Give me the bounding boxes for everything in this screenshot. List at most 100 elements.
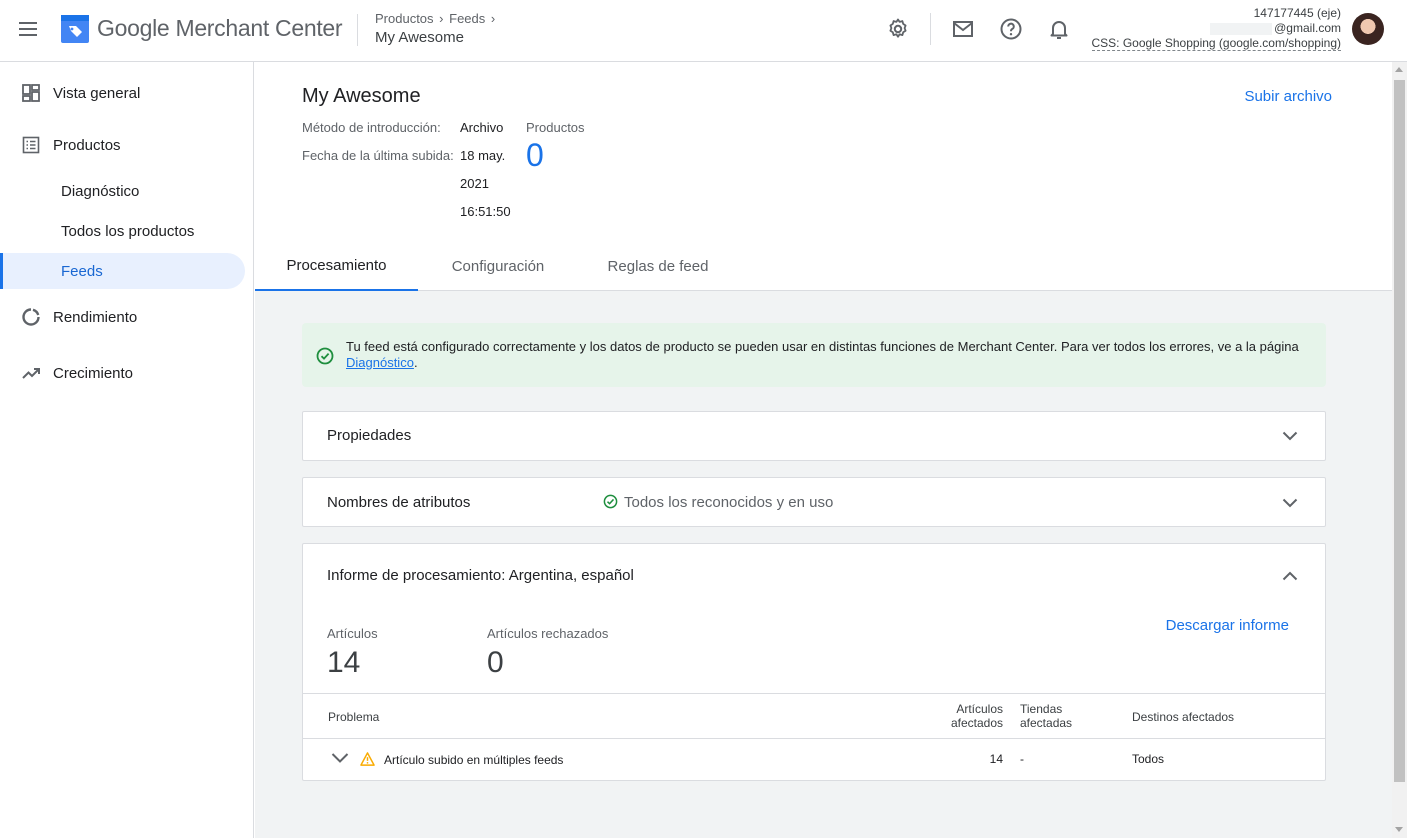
sidebar-item-label: Vista general <box>53 84 141 102</box>
breadcrumb: Productos › Feeds › <box>375 11 497 26</box>
affected-destinations-value: Todos <box>1132 752 1165 766</box>
sidebar-item-todos-los-productos[interactable]: Todos los productos <box>0 213 245 249</box>
sidebar-item-label: Productos <box>53 136 121 154</box>
attributes-status-text: Todos los reconocidos y en uso <box>624 494 834 511</box>
warning-icon <box>360 752 375 766</box>
account-info[interactable]: 147177445 (eje) @gmail.com CSS: Google S… <box>1091 6 1341 51</box>
column-affected-stores-line1: Tiendas <box>1020 702 1063 716</box>
column-affected-items-line2: afectados <box>950 716 1003 730</box>
account-id: 147177445 (eje) <box>1253 6 1341 20</box>
page-title: My Awesome <box>375 29 464 46</box>
column-affected-items-line1: Artículos <box>956 702 1003 716</box>
gear-icon[interactable] <box>886 17 910 41</box>
download-report-link[interactable]: Descargar informe <box>1166 617 1289 634</box>
properties-title: Propiedades <box>327 427 412 444</box>
attribute-names-title: Nombres de atributos <box>327 494 471 511</box>
affected-items-value: 14 <box>989 752 1003 766</box>
tab-configuracion[interactable]: Configuración <box>418 242 578 290</box>
table-header: Problema Artículos afectados Tiendas afe… <box>303 693 1325 739</box>
vertical-scrollbar[interactable] <box>1392 62 1407 838</box>
attributes-status: Todos los reconocidos y en uso <box>603 494 833 511</box>
tab-reglas-de-feed[interactable]: Reglas de feed <box>578 242 738 290</box>
sidebar-item-label: Diagnóstico <box>61 182 140 200</box>
products-count[interactable]: 0 <box>526 137 544 174</box>
diagnostico-link[interactable]: Diagnóstico <box>346 355 414 370</box>
chevron-up-icon[interactable] <box>1281 567 1299 585</box>
affected-stores-value: - <box>1020 752 1024 766</box>
tab-bar: Procesamiento Configuración Reglas de fe… <box>255 242 1392 291</box>
trending-up-icon <box>22 368 40 379</box>
sidebar-item-label: Crecimiento <box>53 364 134 382</box>
chevron-right-icon: › <box>490 11 496 26</box>
tab-procesamiento[interactable]: Procesamiento <box>255 242 418 291</box>
brand-name[interactable]: Google Merchant Center <box>97 15 343 42</box>
table-row[interactable]: Artículo subido en múltiples feeds 14 - … <box>303 739 1325 780</box>
scroll-down-arrow-icon[interactable] <box>1395 827 1403 832</box>
menu-icon[interactable] <box>17 17 41 41</box>
chevron-right-icon: › <box>439 11 444 26</box>
rejected-items-count: 0 <box>487 646 504 679</box>
header-divider <box>930 13 931 45</box>
column-affected-stores: Tiendas afectadas <box>1020 702 1072 730</box>
items-label: Artículos <box>327 626 378 641</box>
list-icon <box>22 136 40 154</box>
check-circle-icon <box>603 494 618 509</box>
breadcrumb-feeds[interactable]: Feeds <box>449 11 485 26</box>
chevron-down-icon[interactable] <box>1281 494 1299 512</box>
scroll-up-arrow-icon[interactable] <box>1395 67 1403 72</box>
scroll-thumb[interactable] <box>1394 80 1405 782</box>
input-method-value: Archivo <box>460 120 504 135</box>
input-method-label: Método de introducción: <box>302 120 441 135</box>
sidebar-item-rendimiento[interactable]: Rendimiento <box>0 299 245 335</box>
processing-report-panel: Informe de procesamiento: Argentina, esp… <box>302 543 1326 781</box>
mail-icon[interactable] <box>951 17 975 41</box>
products-label: Productos <box>526 120 585 135</box>
chevron-down-icon[interactable] <box>1281 427 1299 445</box>
check-circle-icon <box>316 347 334 365</box>
upload-file-link[interactable]: Subir archivo <box>1244 88 1332 105</box>
column-affected-destinations: Destinos afectados <box>1132 710 1235 724</box>
last-upload-label: Fecha de la última subida: <box>302 148 454 163</box>
properties-panel[interactable]: Propiedades <box>302 411 1326 461</box>
tab-content: Tu feed está configurado correctamente y… <box>255 291 1392 838</box>
sidebar-item-diagnostico[interactable]: Diagnóstico <box>0 173 245 209</box>
sidebar-item-label: Rendimiento <box>53 308 138 326</box>
attribute-names-panel[interactable]: Nombres de atributos Todos los reconocid… <box>302 477 1326 527</box>
account-css[interactable]: CSS: Google Shopping (google.com/shoppin… <box>1091 36 1341 51</box>
header-divider <box>357 14 358 46</box>
donut-icon <box>22 308 40 326</box>
last-upload-year: 2021 <box>460 176 489 191</box>
chevron-down-icon[interactable] <box>331 752 349 764</box>
sidebar-item-feeds[interactable]: Feeds <box>0 253 245 289</box>
sidebar-item-productos[interactable]: Productos <box>0 127 245 163</box>
redacted-email <box>1210 22 1273 35</box>
last-upload-date: 18 may. <box>460 148 506 163</box>
account-email-row: @gmail.com <box>1092 21 1341 36</box>
feed-title: My Awesome <box>302 85 421 107</box>
sidebar-item-crecimiento[interactable]: Crecimiento <box>0 355 245 391</box>
bell-icon[interactable] <box>1047 17 1071 41</box>
success-banner-text: Tu feed está configurado correctamente y… <box>346 339 1306 371</box>
last-upload-time: 16:51:50 <box>460 204 511 219</box>
banner-message: Tu feed está configurado correctamente y… <box>346 339 1299 354</box>
rejected-items-label: Artículos rechazados <box>487 626 609 641</box>
column-affected-items: Artículos afectados <box>943 702 1003 730</box>
help-icon[interactable] <box>999 17 1023 41</box>
avatar[interactable] <box>1352 13 1384 45</box>
column-problem: Problema <box>328 710 380 724</box>
sidebar-item-label: Feeds <box>61 262 103 280</box>
merchant-center-logo-icon <box>61 15 89 43</box>
problem-text: Artículo subido en múltiples feeds <box>384 753 564 767</box>
success-banner: Tu feed está configurado correctamente y… <box>302 323 1326 387</box>
items-count: 14 <box>327 646 361 679</box>
sidebar-item-vista-general[interactable]: Vista general <box>0 75 245 111</box>
processing-report-title: Informe de procesamiento: Argentina, esp… <box>327 567 634 584</box>
account-email: @gmail.com <box>1274 21 1341 35</box>
main-content: My Awesome Subir archivo Método de intro… <box>255 62 1392 838</box>
dashboard-icon <box>22 84 40 102</box>
banner-end: . <box>413 355 418 370</box>
breadcrumb-productos[interactable]: Productos <box>375 11 434 26</box>
top-app-bar: Google Merchant Center Productos › Feeds… <box>0 0 1407 62</box>
sidebar-item-label: Todos los productos <box>61 222 195 240</box>
sidebar: Vista general Productos Diagnóstico Todo… <box>0 62 254 838</box>
